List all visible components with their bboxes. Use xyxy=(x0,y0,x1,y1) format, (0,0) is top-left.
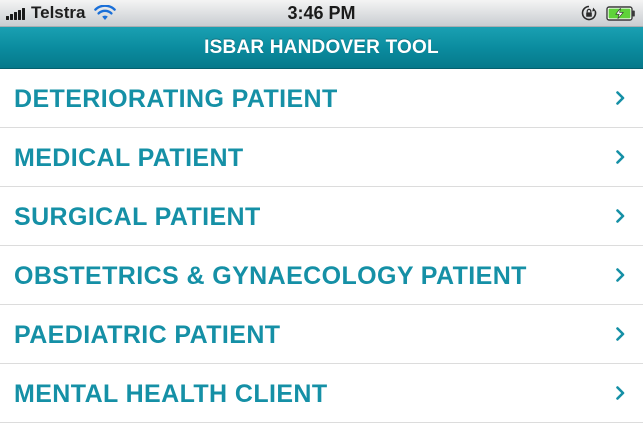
list-item-obstetrics-gynaecology-patient[interactable]: OBSTETRICS & GYNAECOLOGY PATIENT xyxy=(0,246,643,305)
list-item-label: DETERIORATING PATIENT xyxy=(14,85,338,113)
list-item-label: MEDICAL PATIENT xyxy=(14,144,244,172)
status-bar: Telstra 3:46 PM xyxy=(0,0,643,27)
app-screen: Telstra 3:46 PM ISBAR HANDOVER TOOL DETE… xyxy=(0,0,643,429)
list-item-medical-patient[interactable]: MEDICAL PATIENT xyxy=(0,128,643,187)
navigation-bar: ISBAR HANDOVER TOOL xyxy=(0,27,643,69)
list-item-label: SURGICAL PATIENT xyxy=(14,203,261,231)
chevron-right-icon xyxy=(616,268,625,282)
page-title: ISBAR HANDOVER TOOL xyxy=(204,37,439,58)
chevron-right-icon xyxy=(616,327,625,341)
battery-charging-icon xyxy=(606,5,635,21)
list-item-label: MENTAL HEALTH CLIENT xyxy=(14,380,328,408)
orientation-lock-icon xyxy=(581,5,597,21)
list-item-paediatric-patient[interactable]: PAEDIATRIC PATIENT xyxy=(0,305,643,364)
list-item-label: OBSTETRICS & GYNAECOLOGY PATIENT xyxy=(14,262,527,290)
list-item-surgical-patient[interactable]: SURGICAL PATIENT xyxy=(0,187,643,246)
patient-type-list: DETERIORATING PATIENT MEDICAL PATIENT SU… xyxy=(0,69,643,423)
list-item-deteriorating-patient[interactable]: DETERIORATING PATIENT xyxy=(0,69,643,128)
status-time: 3:46 PM xyxy=(287,3,356,23)
chevron-right-icon xyxy=(616,150,625,164)
list-item-mental-health-client[interactable]: MENTAL HEALTH CLIENT xyxy=(0,364,643,423)
chevron-right-icon xyxy=(616,209,625,223)
list-item-label: PAEDIATRIC PATIENT xyxy=(14,321,281,349)
status-right xyxy=(580,3,636,23)
chevron-right-icon xyxy=(616,386,625,400)
chevron-right-icon xyxy=(616,91,625,105)
